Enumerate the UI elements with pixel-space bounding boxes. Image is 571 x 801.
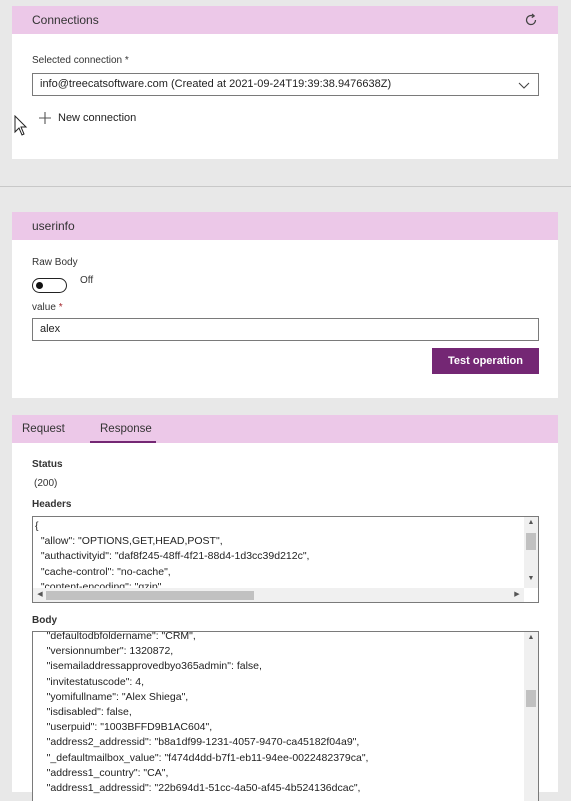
- value-input-text: alex: [40, 323, 61, 335]
- connection-select-value: info@treecatsoftware.com (Created at 202…: [40, 78, 392, 90]
- headers-content: { "allow": "OPTIONS,GET,HEAD,POST", "aut…: [35, 519, 309, 595]
- body-vertical-scrollbar[interactable]: ▲: [524, 632, 538, 801]
- raw-body-toggle-state: Off: [80, 275, 94, 286]
- connections-header: Connections: [12, 6, 558, 34]
- body-line: "isemailaddressapprovedbyo365admin": fal…: [35, 660, 262, 673]
- body-line: "address2_addressid": "b8a1df99-1231-405…: [35, 736, 360, 749]
- chevron-down-icon: [518, 78, 530, 90]
- body-content: "defaultodbfoldername": "CRM", "versionn…: [35, 631, 369, 796]
- value-label: value *: [32, 302, 63, 313]
- raw-body-toggle[interactable]: [32, 278, 67, 293]
- headers-label: Headers: [32, 499, 72, 510]
- headers-line: "allow": "OPTIONS,GET,HEAD,POST",: [35, 535, 223, 548]
- userinfo-card: userinfo Raw Body Off value * alex Test …: [12, 212, 558, 398]
- body-line: "invitestatuscode": 4,: [35, 675, 145, 688]
- body-line: "versionnumber": 1320872,: [35, 645, 174, 658]
- headers-line: "authactivityid": "daf8f245-48ff-4f21-88…: [35, 550, 310, 563]
- required-marker: *: [58, 302, 63, 313]
- mouse-cursor-icon: [14, 114, 28, 137]
- value-label-text: value: [32, 302, 56, 313]
- section-divider: [0, 186, 571, 187]
- headers-line: {: [35, 520, 39, 532]
- body-vertical-scroll-thumb[interactable]: [526, 690, 536, 707]
- scroll-right-arrow-icon[interactable]: ▶: [510, 590, 524, 600]
- userinfo-header: userinfo: [12, 212, 558, 240]
- body-line: "defaultodbfoldername": "CRM",: [35, 631, 196, 642]
- plus-icon: [38, 111, 52, 125]
- selected-connection-label: Selected connection *: [32, 55, 129, 66]
- body-line: "address1_country": "CA",: [35, 766, 169, 779]
- body-line: "yomifullname": "Alex Shiega",: [35, 690, 189, 703]
- headers-vertical-scrollbar[interactable]: ▲ ▼: [524, 517, 538, 588]
- raw-body-label: Raw Body: [32, 257, 78, 268]
- response-tabs-bar: Request Response: [12, 415, 558, 443]
- userinfo-title: userinfo: [32, 219, 75, 233]
- scroll-left-arrow-icon[interactable]: ◀: [33, 590, 47, 600]
- connections-title: Connections: [32, 13, 99, 27]
- tab-response[interactable]: Response: [100, 415, 152, 443]
- response-card: Request Response Status (200) Headers { …: [12, 415, 558, 801]
- refresh-icon[interactable]: [523, 12, 539, 28]
- status-label: Status: [32, 459, 63, 470]
- scroll-down-arrow-icon[interactable]: ▼: [524, 574, 538, 584]
- headers-horizontal-scroll-thumb[interactable]: [46, 591, 254, 600]
- tab-request[interactable]: Request: [22, 415, 65, 443]
- toggle-knob: [36, 281, 43, 289]
- headers-horizontal-scrollbar[interactable]: ◀ ▶: [33, 588, 524, 602]
- headers-box[interactable]: { "allow": "OPTIONS,GET,HEAD,POST", "aut…: [32, 516, 539, 603]
- headers-line: "cache-control": "no-cache",: [35, 565, 171, 578]
- body-box[interactable]: "defaultodbfoldername": "CRM", "versionn…: [32, 631, 539, 801]
- value-input[interactable]: alex: [32, 318, 539, 341]
- body-line: "_defaultmailbox_value": "f474d4dd-b7f1-…: [35, 751, 369, 764]
- headers-vertical-scroll-thumb[interactable]: [526, 533, 536, 550]
- status-value: (200): [34, 478, 58, 489]
- active-tab-indicator: [90, 441, 156, 443]
- body-line: "isdisabled": false,: [35, 705, 132, 718]
- body-line: "userpuid": "1003BFFD9B1AC604",: [35, 721, 213, 734]
- body-label: Body: [32, 615, 57, 626]
- scroll-up-arrow-icon[interactable]: ▲: [524, 633, 538, 643]
- connection-select[interactable]: info@treecatsoftware.com (Created at 202…: [32, 73, 539, 96]
- scroll-up-arrow-icon[interactable]: ▲: [524, 518, 538, 528]
- test-operation-button[interactable]: Test operation: [432, 348, 539, 374]
- connections-card: Connections Selected connection * info@t…: [12, 6, 558, 159]
- body-line: "address1_addressid": "22b694d1-51cc-4a5…: [35, 781, 361, 794]
- new-connection-label: New connection: [58, 112, 137, 124]
